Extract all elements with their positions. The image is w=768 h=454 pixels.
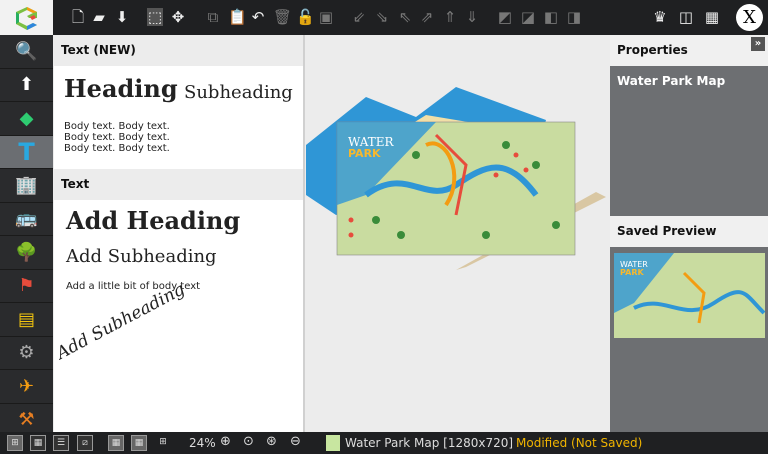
document-name: Water Park Map [1280x720] [345,436,514,450]
view-grid-large-icon[interactable]: ⊞ [7,435,23,451]
select-tool-icon[interactable]: ⬚ [147,8,163,26]
tool-sidebar: 🔍 ⬆ ◆ T 🏢 🚌 🌳 ⚑ ▤ ⚙ ✈ ⚒ [0,35,53,437]
section-title-text: Text [54,169,303,200]
new-file-icon[interactable]: 🗋 [70,8,86,26]
selected-item-name: Water Park Map [617,74,726,88]
vehicle-icon[interactable]: 🚌 [0,203,53,236]
body-line: Body text. Body text. [64,132,170,143]
align-bottom-right-icon[interactable]: ⇘ [374,8,390,26]
zoom-fit-icon[interactable]: ⊙ [243,434,254,449]
text-panel: Text (NEW) Heading Subheading Body text.… [54,35,305,432]
copy-icon[interactable]: ⧉ [205,8,221,26]
close-button[interactable]: X [736,4,763,31]
align-top-right-icon[interactable]: ⇗ [419,8,435,26]
align-down-icon[interactable]: ⇓ [464,8,480,26]
view-lines-icon[interactable]: ☰ [53,435,69,451]
svg-text:PARK: PARK [620,268,644,277]
collapse-panel-icon[interactable]: » [751,37,765,51]
move-icon[interactable]: ✥ [170,8,186,26]
add-heading[interactable]: Add Heading [66,206,240,235]
curved-subheading[interactable]: Add Subheading [54,279,188,363]
grid-icon[interactable]: ▦ [704,8,720,26]
open-folder-icon[interactable]: ▰ [91,8,107,26]
upload-icon[interactable]: ⬆ [0,69,53,102]
properties-title: Properties [617,43,688,57]
search-icon[interactable]: 🔍 [0,35,53,69]
machine-icon[interactable]: ⚙ [0,337,53,370]
saved-preview-thumbnail[interactable]: WATER PARK [614,253,765,338]
save-state: Modified (Not Saved) [516,436,643,450]
snap-grid-icon[interactable]: ▦ [108,435,124,451]
align-bottom-left-icon[interactable]: ⇙ [351,8,367,26]
subheading-sample[interactable]: Subheading [184,82,293,103]
send-back-icon[interactable]: ◨ [566,8,582,26]
heading-sample[interactable]: Heading [64,74,178,103]
group-icon[interactable]: ▣ [318,8,334,26]
text-tool-icon[interactable]: T [0,135,53,169]
zoom-actual-icon[interactable]: ⊛ [266,434,277,449]
zoom-out-icon[interactable]: ⊖ [290,434,301,449]
body-line: Body text. Body text. [64,143,170,154]
save-icon[interactable]: ⬇ [114,8,130,26]
send-backward-icon[interactable]: ◧ [543,8,559,26]
body-line: Body text. Body text. [64,121,170,132]
status-bar: ⊞ ▦ ☰ ⧄ ▦ ▦ ⊞ 24% ⊕ ⊙ ⊛ ⊖ Water Park Map… [0,432,768,454]
document-color-swatch[interactable] [326,435,340,451]
delete-icon[interactable]: 🗑 [273,8,292,26]
top-toolbar: 🗋 ▰ ⬇ ⬚ ✥ ⧉ 📋 ↶ 🗑 🔓 ▣ ⇙ ⇘ ⇖ ⇗ ⇑ ⇓ ◩ ◪ ◧ … [0,0,768,35]
section-title-text-new: Text (NEW) [54,35,303,66]
map-title-park: PARK [348,147,381,160]
paste-icon[interactable]: 📋 [228,8,247,26]
airplane-icon[interactable]: ✈ [0,370,53,404]
layout-icon[interactable]: ◫ [678,8,694,26]
structure-icon[interactable]: ▤ [0,303,53,337]
body-sample[interactable]: Body text. Body text. Body text. Body te… [64,121,170,154]
app-logo[interactable] [0,0,53,35]
bring-front-icon[interactable]: ◩ [497,8,513,26]
view-grid-small-icon[interactable]: ▦ [30,435,46,451]
saved-preview-header: Saved Preview [610,216,768,247]
zoom-in-icon[interactable]: ⊕ [220,434,231,449]
center-guides-icon[interactable]: ⊞ [155,435,171,451]
align-top-left-icon[interactable]: ⇖ [397,8,413,26]
align-top-icon[interactable]: ⇑ [442,8,458,26]
add-subheading[interactable]: Add Subheading [66,246,217,267]
crown-icon[interactable]: ♛ [652,8,668,26]
design-canvas[interactable]: WATER PARK [306,35,610,432]
properties-panel: Properties » Water Park Map Saved Previe… [610,35,768,432]
bring-forward-icon[interactable]: ◪ [520,8,536,26]
tree-icon[interactable]: 🌳 [0,236,53,270]
view-none-icon[interactable]: ⧄ [77,435,93,451]
text-new-preset[interactable]: Heading Subheading Body text. Body text.… [54,66,303,169]
lock-icon[interactable]: 🔓 [296,8,315,26]
shapes-icon[interactable]: ◆ [0,102,53,136]
water-park-map[interactable]: WATER PARK [306,35,610,432]
people-icon[interactable]: ⚑ [0,270,53,303]
properties-header: Properties » [610,35,768,66]
undo-icon[interactable]: ↶ [250,8,266,26]
snap-fine-icon[interactable]: ▦ [131,435,147,451]
building-icon[interactable]: 🏢 [0,169,53,203]
zoom-level: 24% [189,436,216,450]
